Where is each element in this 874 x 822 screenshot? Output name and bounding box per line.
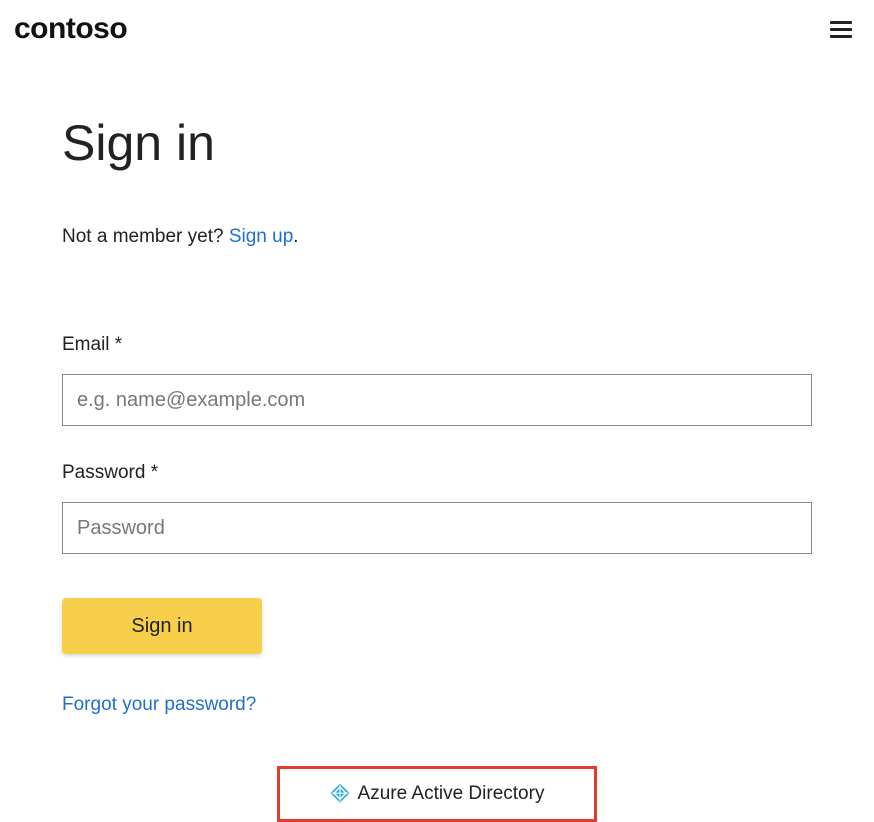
password-label: Password *	[62, 462, 812, 484]
forgot-password-link[interactable]: Forgot your password?	[62, 694, 256, 716]
signup-link[interactable]: Sign up	[229, 226, 293, 247]
header: contoso	[0, 0, 874, 54]
hamburger-menu-icon[interactable]	[826, 17, 856, 42]
signin-button[interactable]: Sign in	[62, 598, 262, 654]
not-member-text: Not a member yet?	[62, 226, 229, 247]
page-title: Sign in	[62, 114, 812, 172]
signup-prompt: Not a member yet? Sign up.	[62, 226, 812, 248]
sso-section: Azure Active Directory	[62, 766, 812, 822]
azure-ad-button[interactable]: Azure Active Directory	[277, 766, 597, 822]
azure-ad-label: Azure Active Directory	[358, 783, 545, 805]
password-field[interactable]	[62, 502, 812, 554]
azure-ad-icon	[330, 784, 350, 804]
brand-logo: contoso	[14, 12, 127, 46]
email-field[interactable]	[62, 374, 812, 426]
email-label: Email *	[62, 334, 812, 356]
signin-container: Sign in Not a member yet? Sign up. Email…	[62, 54, 812, 822]
signup-period: .	[293, 226, 298, 247]
